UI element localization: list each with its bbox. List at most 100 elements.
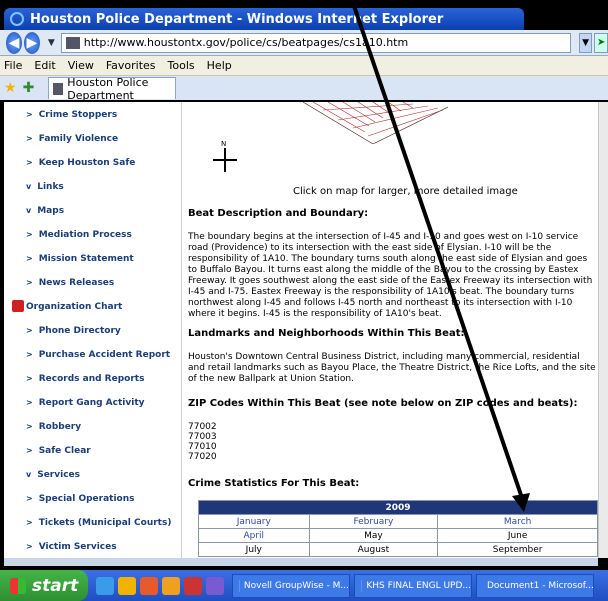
sidebar-item-label: Special Operations [38,494,135,504]
month-cell: July [198,542,310,557]
sidebar-item-label: Links [37,182,64,192]
sidebar-item-family-violence[interactable]: > Family Violence [26,134,118,144]
office-quicklaunch-icon[interactable] [140,576,158,595]
beat-map-image[interactable] [303,102,448,144]
month-cell: August [308,542,439,557]
sidebar-item-victim-services[interactable]: > Victim Services [26,542,117,552]
sidebar-item-label: Family Violence [38,134,119,144]
taskbar-item-khs[interactable]: KHS FINAL ENGL UPD... [354,573,472,598]
sidebar-item-organization-chart[interactable]: Organization Chart [26,302,122,312]
app-quicklaunch-icon[interactable] [162,576,180,595]
sidebar-item-keep-houston-safe[interactable]: > Keep Houston Safe [26,158,135,168]
vertical-scrollbar[interactable] [598,102,608,558]
sidebar-item-special-operations[interactable]: > Special Operations [26,494,135,504]
beat-heading: Beat Description and Boundary: [188,208,369,219]
taskbar-item-document1[interactable]: Document1 - Microsof... [476,573,594,598]
sidebar-item-crime-stoppers[interactable]: > Crime Stoppers [26,110,117,120]
chevron-right-icon: > [26,326,33,335]
start-label: start [32,575,79,596]
sidebar-item-label: Crime Stoppers [38,110,118,120]
ie-quicklaunch-icon[interactable] [96,576,114,595]
sidebar-item-mission-statement[interactable]: > Mission Statement [26,254,134,264]
go-icon[interactable]: ➤ [594,32,608,53]
menu-view[interactable]: View [68,59,94,72]
menu-edit[interactable]: Edit [34,59,55,72]
screen: Houston Police Department - Windows Inte… [0,0,608,601]
month-link[interactable]: February [308,514,439,529]
sidebar-item-label: Purchase Accident Report [38,350,171,360]
tab-bar: ★ ✚ Houston Police Department [0,75,608,102]
sidebar-item-links[interactable]: v Links [26,182,64,192]
sidebar-item-safe-clear[interactable]: > Safe Clear [26,446,91,456]
sidebar-item-services[interactable]: v Services [26,470,80,480]
start-button[interactable]: start [0,570,88,601]
sidebar-item-phone-directory[interactable]: > Phone Directory [26,326,121,336]
menu-file[interactable]: File [4,59,22,72]
chevron-right-icon: > [26,134,33,143]
sidebar-item-robbery[interactable]: > Robbery [26,422,81,432]
address-bar: ◀ ▶ ▼ http://www.houstontx.gov/police/cs… [0,30,608,56]
map-caption[interactable]: Click on map for larger, more detailed i… [293,186,518,197]
window-title: Houston Police Department - Windows Inte… [30,11,444,27]
sidebar-item-label: Keep Houston Safe [38,158,136,168]
table-row: April May June [198,528,598,543]
window-title-bar[interactable]: Houston Police Department - Windows Inte… [4,8,524,30]
menu-favorites[interactable]: Favorites [106,59,156,72]
chevron-right-icon: > [26,350,33,359]
back-icon[interactable]: ◀ [6,31,22,54]
url-dropdown-icon[interactable]: ▼ [578,32,593,53]
media-quicklaunch-icon[interactable] [184,576,202,595]
page-favicon-icon [65,36,80,49]
chevron-right-icon: > [26,254,33,263]
main-content: N Click on map for larger, more detailed… [188,102,598,558]
sidebar-item-label: Mediation Process [38,230,132,240]
sidebar-item-purchase-accident-report[interactable]: > Purchase Accident Report [26,350,170,360]
crime-stats-table: 2009 January February March April May Ju… [198,500,598,557]
sidebar-item-news-releases[interactable]: > News Releases [26,278,114,288]
sidebar-item-mediation-process[interactable]: > Mediation Process [26,230,132,240]
tab-favicon-icon [53,82,64,95]
add-favorite-icon[interactable]: ✚ [23,80,35,96]
menu-bar: File Edit View Favorites Tools Help [0,56,608,76]
tab-label: Houston Police Department [67,75,149,102]
taskbar-item-groupwise[interactable]: Novell GroupWise - M... [232,573,350,598]
menu-help[interactable]: Help [207,59,232,72]
history-dropdown-icon[interactable]: ▼ [48,38,55,48]
landmarks-text: Houston's Downtown Central Business Dist… [188,352,596,384]
pdf-icon [12,300,24,312]
menu-tools[interactable]: Tools [168,59,195,72]
sidebar-item-label: Report Gang Activity [38,398,145,408]
favorites-star-icon[interactable]: ★ [4,80,17,96]
zip-code: 77003 [188,432,217,442]
windows-flag-icon [10,577,26,594]
sidebar-item-tickets[interactable]: > Tickets (Municipal Courts) [26,518,171,528]
sidebar-item-maps[interactable]: v Maps [26,206,64,216]
forward-icon[interactable]: ▶ [23,31,40,54]
groupwise-icon [239,579,240,592]
chevron-right-icon: > [26,446,33,455]
month-link[interactable]: January [198,514,310,529]
compass-icon: N [210,140,240,174]
ie-icon [10,12,24,26]
month-cell: September [437,542,598,557]
sidebar-item-records-and-reports[interactable]: > Records and Reports [26,374,144,384]
quick-launch [96,576,228,595]
chevron-right-icon: > [26,278,33,287]
month-link[interactable]: April [198,528,310,543]
tab-houston-police[interactable]: Houston Police Department [48,75,177,102]
table-row: July August September [198,542,598,557]
chevron-right-icon: > [26,230,33,239]
url-text: http://www.houstontx.gov/police/cs/beatp… [83,36,409,49]
zip-heading: ZIP Codes Within This Beat (see note bel… [188,398,578,409]
folder-quicklaunch-icon[interactable] [118,576,136,595]
sidebar-item-label: Records and Reports [38,374,145,384]
sidebar-item-report-gang-activity[interactable]: > Report Gang Activity [26,398,145,408]
url-field[interactable]: http://www.houstontx.gov/police/cs/beatp… [60,32,571,53]
stats-year: 2009 [198,500,598,515]
sidebar-item-label: Safe Clear [38,446,91,456]
crime-stats-heading: Crime Statistics For This Beat: [188,478,360,489]
sidebar-item-label: News Releases [38,278,115,288]
misc-quicklaunch-icon[interactable] [206,576,224,595]
month-link[interactable]: March [437,514,598,529]
chevron-down-icon: v [26,206,32,215]
